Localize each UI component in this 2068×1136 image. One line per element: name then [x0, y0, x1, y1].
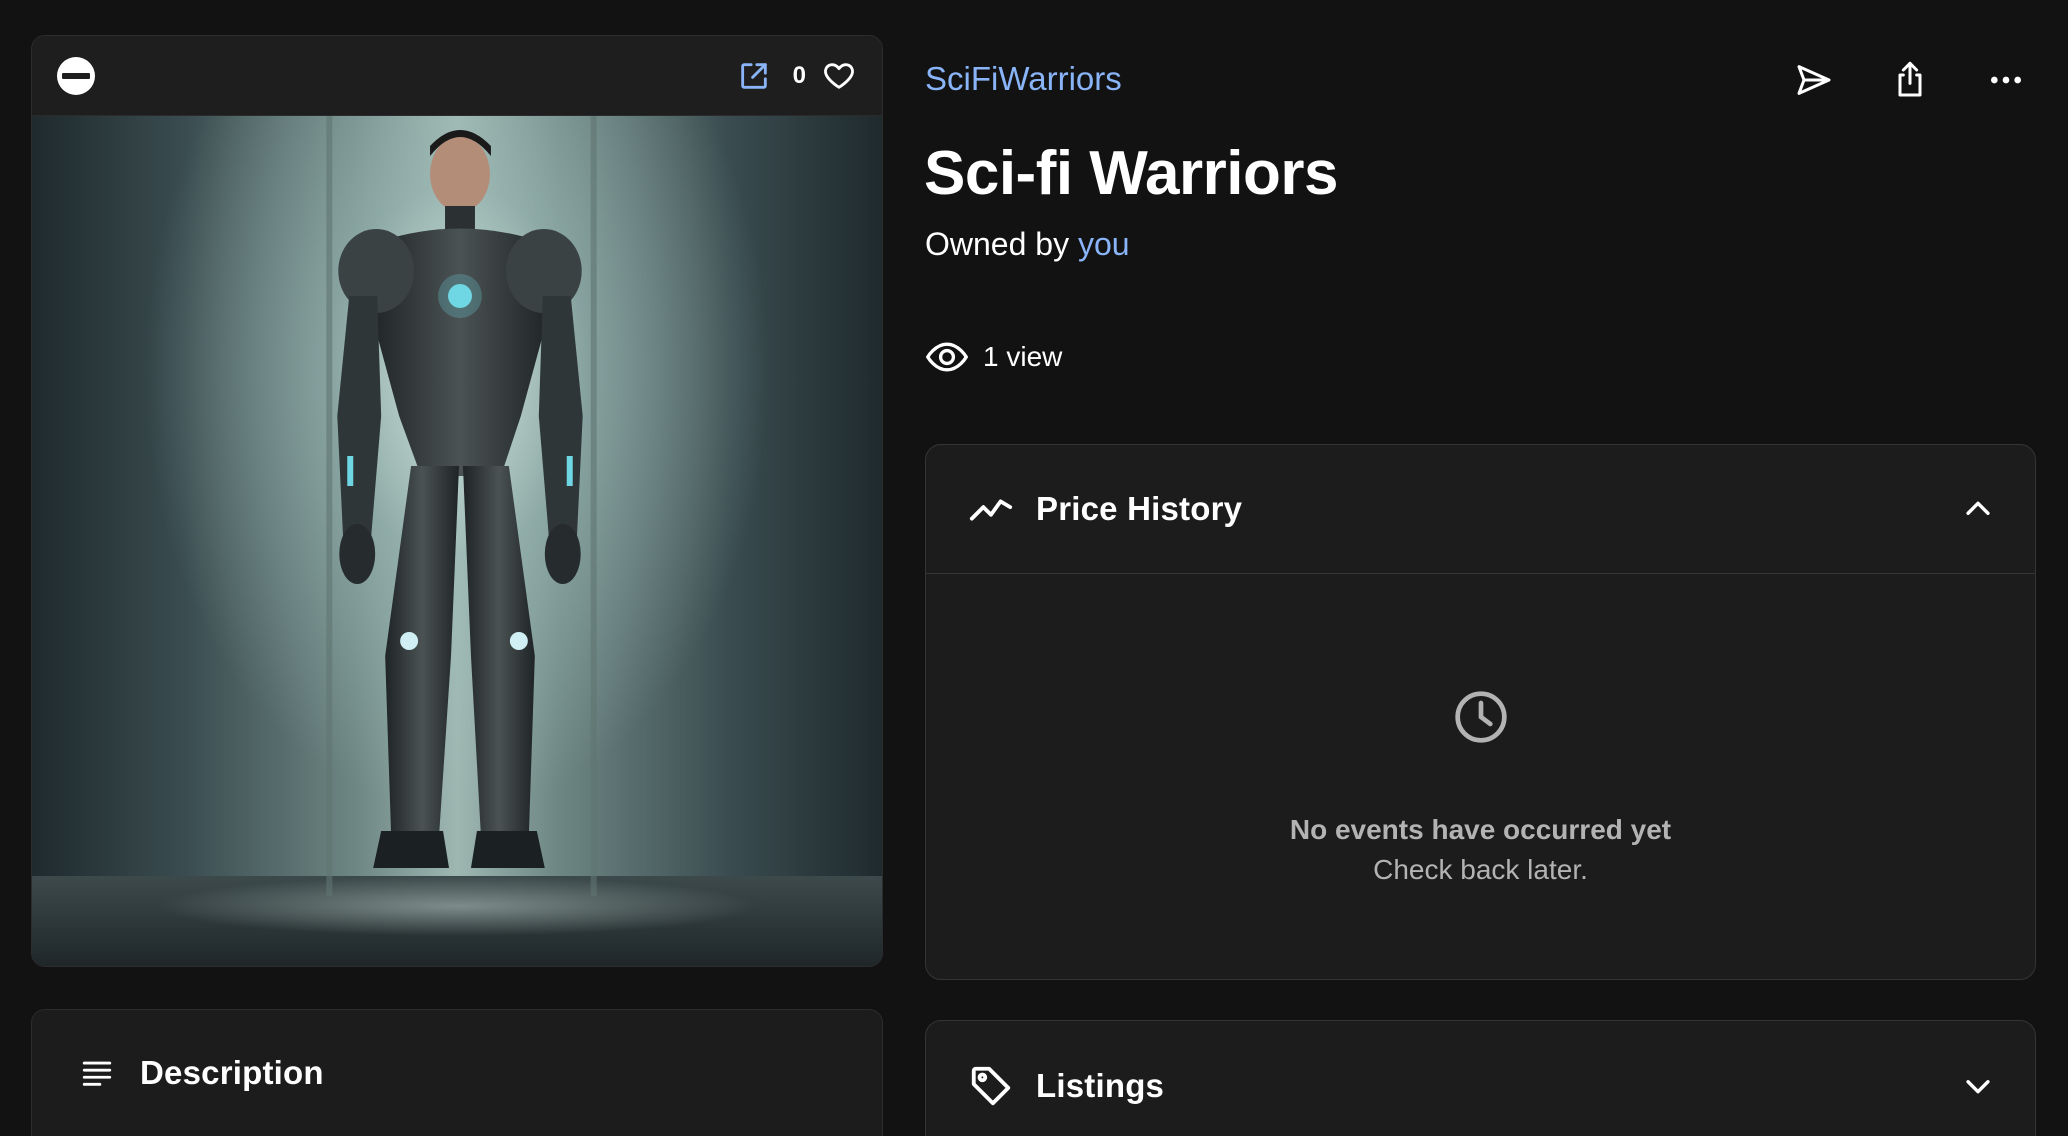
chain-logo-icon[interactable]: [56, 56, 96, 96]
external-link-icon: [740, 62, 767, 89]
empty-title: No events have occurred yet: [1289, 814, 1672, 845]
media-header: 0: [32, 36, 882, 116]
share-icon: [1898, 61, 1922, 97]
owner-line: Owned by you: [925, 226, 1130, 263]
eye-icon: [925, 342, 969, 372]
listings-title: Listings: [1036, 1067, 1165, 1104]
listings-panel: Listings: [925, 1020, 2036, 1136]
favorite-count: 0: [792, 61, 806, 89]
item-actions: [1740, 58, 2028, 102]
price-history-header[interactable]: Price History: [926, 445, 2035, 574]
text-lines-icon: [82, 1061, 112, 1086]
heart-icon: [824, 62, 854, 89]
transfer-icon: [1797, 65, 1831, 95]
chevron-down-icon[interactable]: [1961, 1069, 1995, 1103]
more-icon: [1991, 76, 2021, 84]
media-card: 0: [31, 35, 883, 967]
clock-icon: [1454, 691, 1507, 743]
tag-icon: [971, 1066, 1011, 1106]
share-button[interactable]: [1888, 58, 1932, 102]
collection-link[interactable]: SciFiWarriors: [925, 60, 1122, 98]
external-link-button[interactable]: [737, 59, 793, 93]
chevron-up-icon[interactable]: [1961, 492, 1995, 526]
views-count: 1 view: [925, 335, 1062, 379]
owner-link[interactable]: you: [1078, 226, 1130, 262]
price-history-title: Price History: [1036, 490, 1243, 527]
warrior-illustration: [32, 116, 882, 966]
views-label: 1 view: [983, 341, 1063, 372]
item-title: Sci-fi Warriors: [924, 139, 1338, 208]
nft-image[interactable]: [32, 116, 882, 966]
transfer-button[interactable]: [1792, 58, 1836, 102]
favorite-button[interactable]: [822, 59, 856, 93]
trend-line-icon: [969, 499, 1013, 521]
price-history-panel: Price History No events have occurred ye…: [925, 444, 2036, 980]
description-title: Description: [140, 1054, 324, 1091]
listings-header[interactable]: Listings: [926, 1021, 2035, 1136]
owned-by-label: Owned by: [925, 226, 1078, 262]
description-section[interactable]: Description: [31, 1009, 883, 1136]
price-history-empty: No events have occurred yet Check back l…: [926, 574, 2035, 979]
empty-subtitle: Check back later.: [1373, 854, 1588, 885]
more-button[interactable]: [1984, 58, 2028, 102]
